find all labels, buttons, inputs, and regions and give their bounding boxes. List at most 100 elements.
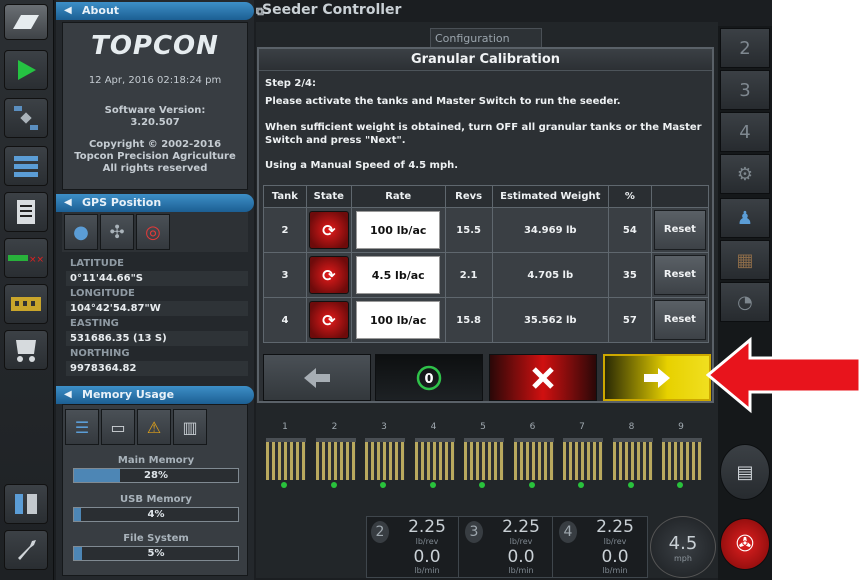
warning-icon: ⚠ xyxy=(146,417,162,437)
reset-button[interactable]: Reset xyxy=(653,300,706,340)
file-manager-button[interactable] xyxy=(4,484,48,524)
rate-input[interactable]: 100 lb/ac xyxy=(356,301,441,339)
about-header-label: About xyxy=(82,4,120,17)
tank-2-button[interactable]: 2 xyxy=(720,28,770,68)
section-number: 9 xyxy=(678,422,684,432)
implement-view-button[interactable]: ▤ xyxy=(720,444,770,500)
steering-wheel-icon: ✇ xyxy=(735,531,755,557)
readout-rev-unit: lb/rev xyxy=(603,537,627,546)
layout-button[interactable] xyxy=(4,146,48,186)
section-status-led xyxy=(677,482,683,488)
gps-header-label: GPS Position xyxy=(82,196,162,209)
sections-button[interactable]: ×× xyxy=(4,238,48,278)
screen: ×× ◀ About ⧉ TOPCON 12 Apr, 2016 02:18:2… xyxy=(0,0,772,580)
reset-cell: Reset xyxy=(650,297,710,343)
section-number: 4 xyxy=(430,422,437,432)
info-side-panel: ◀ About ⧉ TOPCON 12 Apr, 2016 02:18:24 p… xyxy=(56,0,264,580)
topcon-logo: TOPCON xyxy=(91,31,219,61)
state-toggle-button[interactable]: ⟳ xyxy=(308,256,349,294)
gps-header[interactable]: ◀ GPS Position xyxy=(56,194,254,212)
bars-icon: ☰ xyxy=(74,417,90,437)
section-strip: 1 2 3 4 5 6 7 8 9 xyxy=(262,420,712,500)
usb-memory-percent: 4% xyxy=(147,509,165,520)
section-column: 3 xyxy=(361,420,407,500)
collapse-arrow-icon: ◀ xyxy=(64,5,72,16)
section-column: 6 xyxy=(510,420,556,500)
tank-3-number: 3 xyxy=(739,79,751,101)
arrow-left-icon xyxy=(304,367,330,388)
list-layout-icon xyxy=(14,156,38,177)
section-column: 2 xyxy=(312,420,358,500)
reset-button[interactable]: Reset xyxy=(653,210,706,250)
section-row-units xyxy=(513,438,554,480)
memory-header[interactable]: ◀ Memory Usage ⧉ xyxy=(56,386,264,404)
settings-button[interactable] xyxy=(4,530,48,570)
memory-tab-manual[interactable]: ▥ xyxy=(173,409,207,445)
satellite-button[interactable] xyxy=(4,98,48,138)
memory-tab-display[interactable]: ▭ xyxy=(101,409,135,445)
topcon-logo-icon xyxy=(13,15,39,29)
tools-button[interactable]: ⚙ xyxy=(720,154,770,194)
master-switch-button[interactable]: ✇ xyxy=(720,518,770,570)
rate-controller-button[interactable] xyxy=(4,284,48,324)
usb-memory-bar: 4% xyxy=(73,507,239,522)
about-header[interactable]: ◀ About ⧉ xyxy=(56,2,264,20)
tank-cell: 4 xyxy=(263,297,307,343)
section-column: 7 xyxy=(559,420,605,500)
section-row-units xyxy=(464,438,504,480)
readout-rev-unit: lb/rev xyxy=(415,537,439,546)
next-button[interactable] xyxy=(603,354,711,401)
gps-tab-position[interactable]: ● xyxy=(64,214,98,250)
memory-tab-alarms[interactable]: ⚠ xyxy=(137,409,171,445)
tank-4-button[interactable]: 4 xyxy=(720,112,770,152)
zero-revs-button[interactable]: 0 xyxy=(375,354,483,401)
dashboard-button[interactable]: ◔ xyxy=(720,282,770,322)
section-row-units xyxy=(662,438,702,480)
gauge-icon: ◔ xyxy=(737,291,753,313)
state-toggle-button[interactable]: ⟳ xyxy=(308,211,349,249)
guidance-button[interactable] xyxy=(4,50,48,90)
cancel-button[interactable] xyxy=(489,354,597,401)
section-number: 6 xyxy=(529,422,536,432)
dialog-instruction-3: Using a Manual Speed of 4.5 mph. xyxy=(265,160,459,171)
back-button[interactable] xyxy=(263,354,371,401)
readout-tank-number: 4 xyxy=(559,521,577,543)
state-toggle-button[interactable]: ⟳ xyxy=(308,301,349,339)
state-cell: ⟳ xyxy=(305,252,352,298)
readout-tank-4: 4 2.25 lb/rev 0.0 lb/min xyxy=(555,517,647,577)
percent-cell: 54 xyxy=(607,207,652,253)
section-column: 9 xyxy=(658,420,704,500)
right-toolbar: 2 3 4 ⚙ ♟ ▦ ◔ ▤ ✇ xyxy=(718,26,772,580)
speed-gauge[interactable]: 4.5 mph xyxy=(650,516,716,578)
tank-3-button[interactable]: 3 xyxy=(720,70,770,110)
wrench-icon xyxy=(18,540,36,560)
topcon-home-button[interactable] xyxy=(4,4,48,40)
field-grid-icon: ▦ xyxy=(736,249,754,271)
reset-button[interactable]: Reset xyxy=(653,255,706,295)
memory-header-label: Memory Usage xyxy=(82,388,175,401)
rate-input[interactable]: 100 lb/ac xyxy=(356,211,441,249)
gps-tab-satellites[interactable]: ✣ xyxy=(100,214,134,250)
readout-rate-unit: lb/min xyxy=(602,566,628,575)
about-datetime: 12 Apr, 2016 02:18:24 pm xyxy=(88,75,222,86)
gear-wrench-icon: ⚙ xyxy=(736,163,754,185)
table-header-row: Tank State Rate Revs Estimated Weight % xyxy=(263,185,710,208)
file-system-bar: 5% xyxy=(73,546,239,561)
gps-tab-correction[interactable]: ◎ xyxy=(136,214,170,250)
close-icon xyxy=(532,366,554,389)
operator-button[interactable]: ♟ xyxy=(720,198,770,238)
speed-unit: mph xyxy=(674,554,692,563)
cycle-arrows-icon: ⟳ xyxy=(322,265,336,285)
memory-tab-usage[interactable]: ☰ xyxy=(65,409,99,445)
implement-button[interactable] xyxy=(4,330,48,370)
about-copyright-1: Copyright © 2002-2016 xyxy=(88,139,222,150)
readout-rev-unit: lb/rev xyxy=(509,537,533,546)
usb-memory-label: USB Memory xyxy=(120,494,192,505)
revs-cell: 15.8 xyxy=(444,297,493,343)
seeder-tank-icon xyxy=(16,340,36,362)
document-button[interactable] xyxy=(4,192,48,232)
field-map-button[interactable]: ▦ xyxy=(720,240,770,280)
state-cell: ⟳ xyxy=(305,207,352,253)
rate-input[interactable]: 4.5 lb/ac xyxy=(356,256,441,294)
controller-module-icon xyxy=(11,297,41,311)
